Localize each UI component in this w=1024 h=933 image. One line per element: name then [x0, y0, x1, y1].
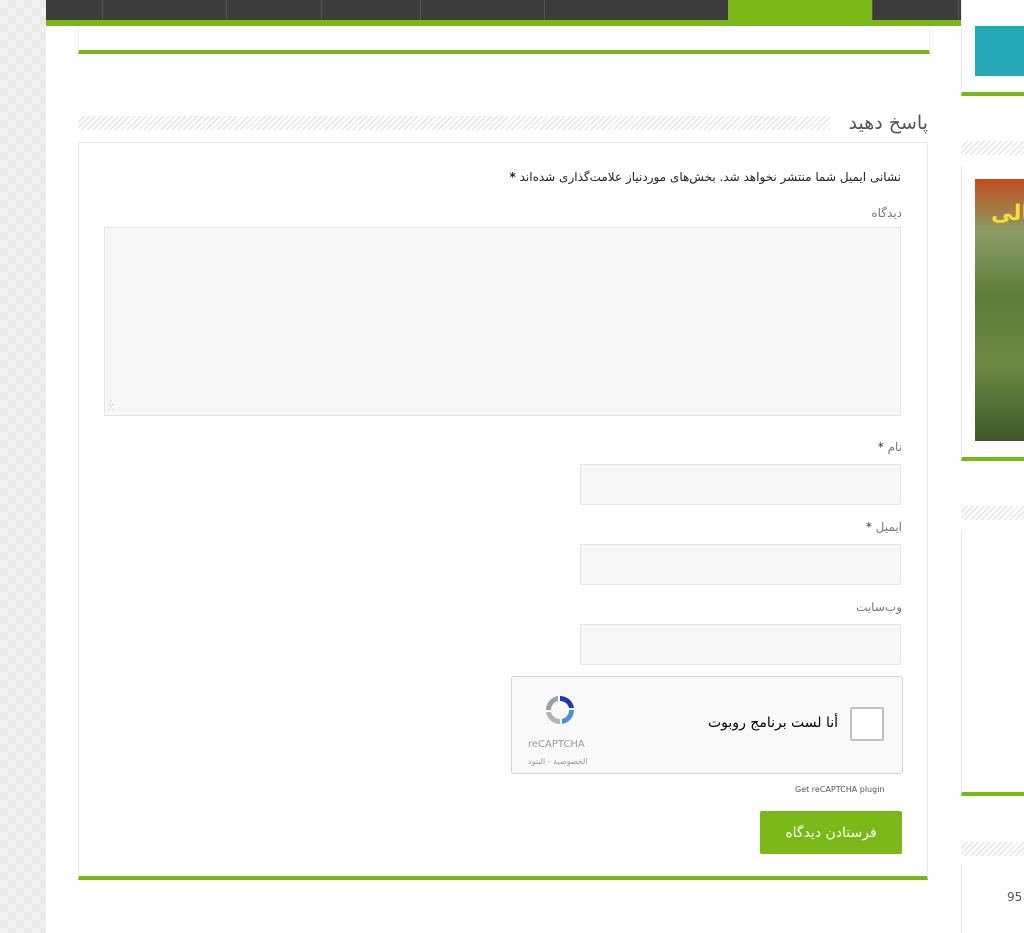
- resize-grip-icon[interactable]: ∴ ∴: [108, 400, 114, 414]
- recaptcha-brand: reCAPTCHA: [528, 739, 585, 750]
- email-label: ایمیل *: [866, 520, 902, 534]
- comment-textarea[interactable]: ∴ ∴: [104, 227, 901, 416]
- nav-separator: [226, 0, 227, 20]
- name-input[interactable]: [580, 464, 901, 505]
- recaptcha-label: أنا لست برنامج روبوت: [708, 715, 839, 731]
- nav-separator: [872, 0, 873, 20]
- notes-text: نشانی ایمیل شما منتشر نخواهد شد. بخش‌های…: [519, 170, 901, 184]
- reply-title: پاسخ دهید: [848, 112, 929, 134]
- recaptcha-plugin-link[interactable]: Get reCAPTCHA plugin: [795, 785, 885, 794]
- email-label-text: ایمیل: [875, 520, 902, 534]
- name-label: نام *: [878, 440, 902, 454]
- sidebar-number: 95: [1007, 890, 1023, 904]
- cover-title: ــالی: [991, 201, 1024, 226]
- recaptcha-widget: أنا لست برنامج روبوت reCAPTCHA الخصوصية …: [511, 676, 903, 774]
- email-required-star: *: [865, 520, 872, 534]
- required-star: *: [509, 170, 516, 184]
- comment-label: دیدگاه: [871, 206, 902, 220]
- nav-separator: [102, 0, 103, 20]
- nav-item-active[interactable]: [728, 0, 872, 20]
- sidebar-banner[interactable]: [975, 26, 1024, 76]
- magazine-cover-image[interactable]: ــالی: [975, 179, 1024, 441]
- recaptcha-logo-icon: [545, 695, 575, 725]
- post-box-bottom: [78, 26, 930, 54]
- heading-hatch: [78, 116, 830, 130]
- email-input[interactable]: [580, 544, 901, 585]
- sidebar-widget: [961, 530, 1024, 796]
- website-label: وب‌سایت: [856, 600, 902, 614]
- submit-comment-button[interactable]: فرستادن دیدگاه: [760, 811, 902, 854]
- name-required-star: *: [877, 440, 884, 454]
- comment-notes: نشانی ایمیل شما منتشر نخواهد شد. بخش‌های…: [510, 170, 901, 184]
- name-label-text: نام: [887, 440, 902, 454]
- nav-separator: [420, 0, 421, 20]
- recaptcha-privacy-terms-link[interactable]: الخصوصية - البنود: [528, 757, 588, 766]
- nav-separator: [321, 0, 322, 20]
- sidebar-hatch: [961, 141, 1024, 155]
- recaptcha-checkbox[interactable]: [850, 707, 884, 741]
- top-navigation: [46, 0, 1024, 20]
- nav-separator: [958, 0, 959, 20]
- website-input[interactable]: [580, 624, 901, 665]
- sidebar-hatch: [961, 506, 1024, 520]
- sidebar-hatch: [961, 842, 1024, 856]
- nav-separator: [544, 0, 545, 20]
